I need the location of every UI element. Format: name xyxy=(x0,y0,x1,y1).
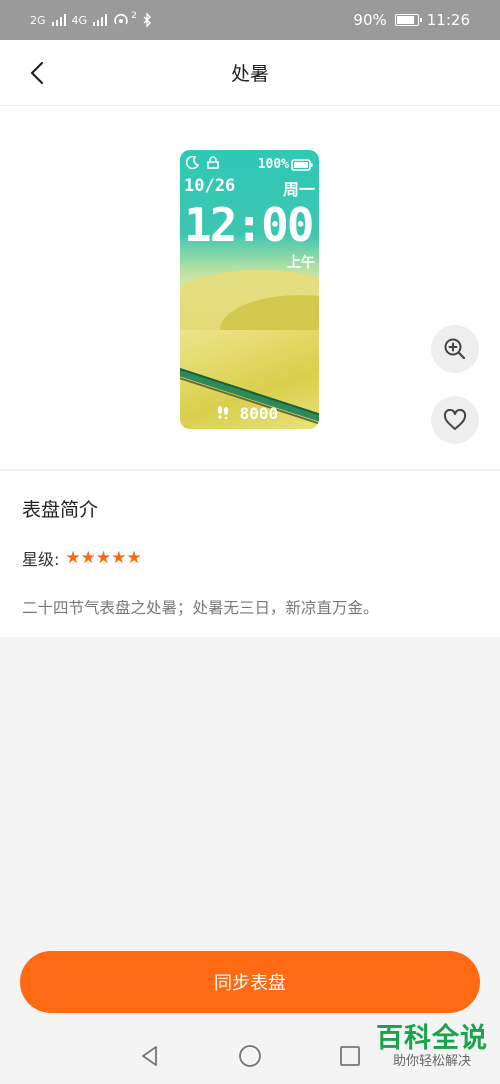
lock-icon xyxy=(207,156,219,169)
favorite-button[interactable] xyxy=(431,396,479,444)
watch-battery-icon xyxy=(291,158,313,171)
watch-steps-value: 8000 xyxy=(239,404,279,423)
status-bar: 2G 4G 2 90% 11:26 xyxy=(0,0,500,40)
watch-date: 10/26 xyxy=(184,176,236,196)
status-left: 2G 4G 2 xyxy=(30,11,152,27)
back-button[interactable] xyxy=(22,58,52,88)
watch-status-row: 100% xyxy=(185,155,313,173)
square-recents-icon xyxy=(340,1046,360,1066)
hotspot-count: 2 xyxy=(131,11,137,21)
watermark-main: 百科全说 xyxy=(376,1023,488,1054)
info-section: 表盘简介 星级: ★★★★★ 二十四节气表盘之处暑；处暑无三日，新凉直万金。 xyxy=(0,471,500,637)
moon-lock-icons xyxy=(185,155,219,173)
top-bar: 处暑 xyxy=(0,40,500,106)
heart-icon xyxy=(443,409,467,430)
rating-stars: ★★★★★ xyxy=(65,548,142,568)
zoom-in-icon xyxy=(444,338,466,360)
nav-home-button[interactable] xyxy=(235,1041,265,1071)
info-heading: 表盘简介 xyxy=(22,499,99,521)
watch-ampm: 上午 xyxy=(287,255,315,271)
moon-icon xyxy=(185,155,200,170)
clock: 11:26 xyxy=(426,11,470,29)
page-title: 处暑 xyxy=(230,63,269,85)
signal-2g: 2G xyxy=(30,13,46,27)
bluetooth-icon xyxy=(143,13,151,27)
nav-back-button[interactable] xyxy=(135,1041,165,1071)
signal-icon xyxy=(93,14,108,26)
watch-weekday: 周一 xyxy=(282,180,315,199)
rating-row: 星级: ★★★★★ xyxy=(22,546,142,570)
watch-battery-text: 100% xyxy=(257,157,289,172)
zoom-button[interactable] xyxy=(431,325,479,373)
signal-icon xyxy=(51,14,66,26)
status-right: 90% 11:26 xyxy=(353,11,470,29)
nav-recents-button[interactable] xyxy=(335,1041,365,1071)
circle-home-icon xyxy=(239,1045,261,1067)
triangle-back-icon xyxy=(142,1046,157,1066)
battery-percent: 90% xyxy=(353,11,387,29)
signal-4g: 4G xyxy=(71,13,88,27)
description: 二十四节气表盘之处暑；处暑无三日，新凉直万金。 xyxy=(22,599,379,617)
watch-face-preview[interactable]: 100% 10/26 周一 12:00 上午 8000 xyxy=(180,150,319,429)
footprint-icon xyxy=(217,406,229,420)
watermark-sub: 助你轻松解决 xyxy=(392,1054,471,1069)
battery-icon xyxy=(394,14,422,26)
hotspot-icon xyxy=(114,13,128,25)
watch-steps: 8000 xyxy=(216,404,278,423)
sync-watchface-button[interactable]: 同步表盘 xyxy=(20,951,480,1013)
watermark-logo: 百科全说 助你轻松解决 xyxy=(376,1024,488,1070)
preview-section: 100% 10/26 周一 12:00 上午 8000 xyxy=(0,106,500,470)
watch-time: 12:00 xyxy=(184,198,314,252)
rating-label: 星级: xyxy=(22,550,60,569)
chevron-left-icon xyxy=(30,61,44,85)
